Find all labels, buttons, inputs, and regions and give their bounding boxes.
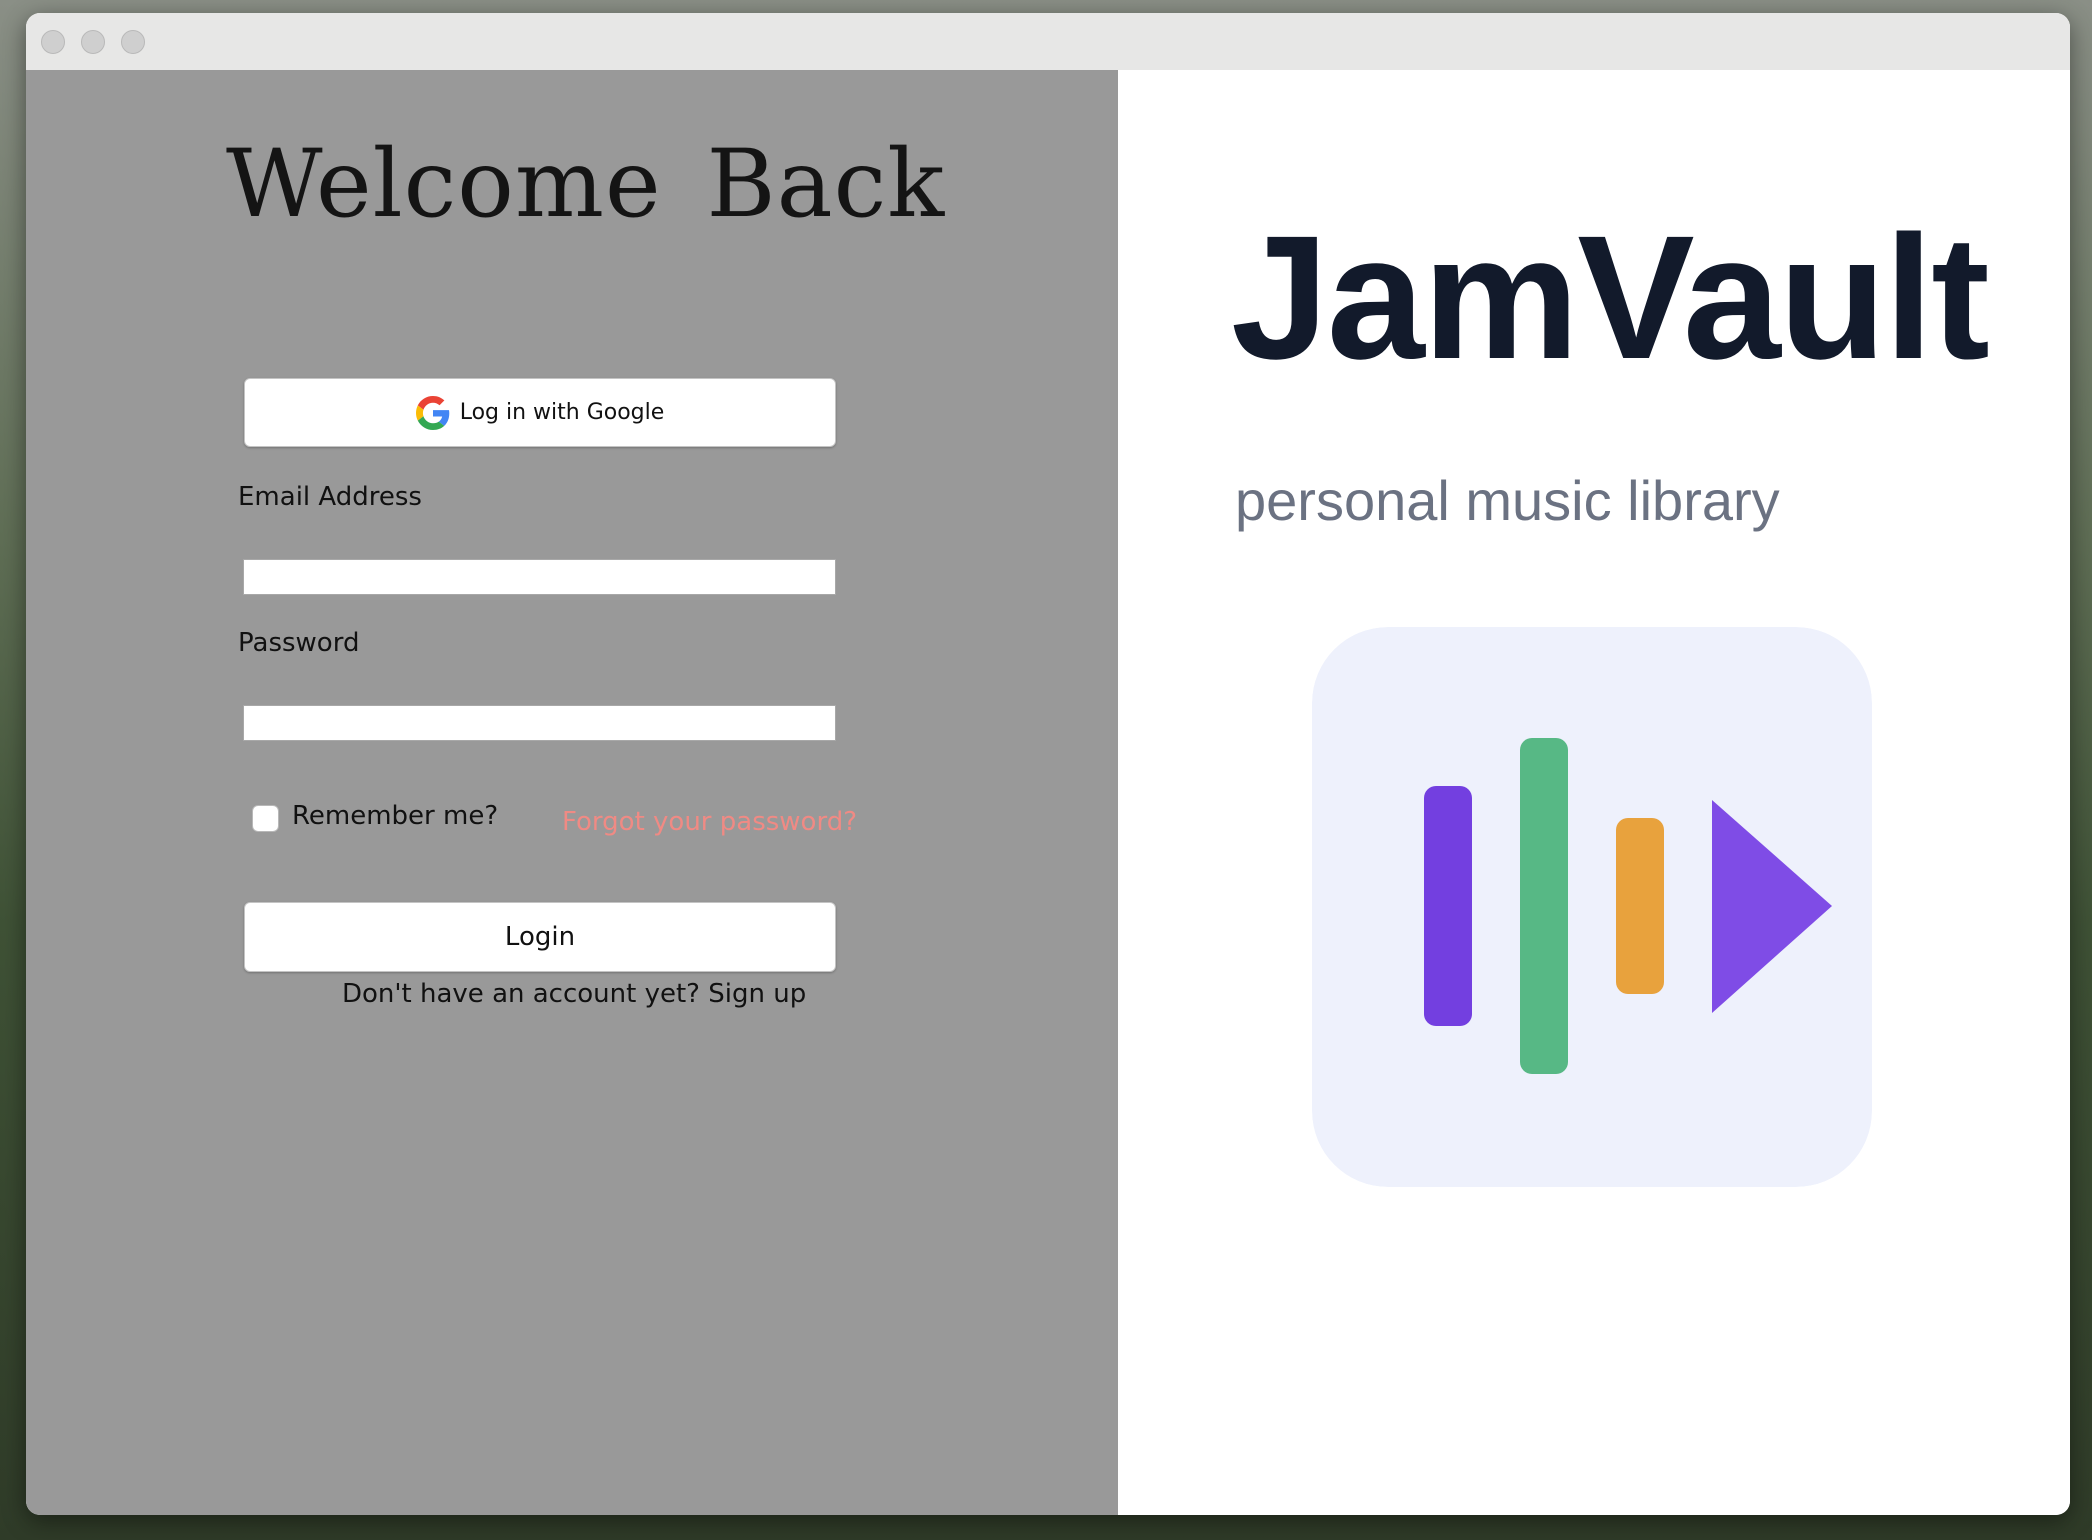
close-window-button[interactable] xyxy=(41,30,65,54)
google-login-button[interactable]: Log in with Google xyxy=(244,378,836,447)
brand-name: JamVault xyxy=(1231,200,1990,396)
password-label: Password xyxy=(238,628,360,658)
remember-me-label: Remember me? xyxy=(292,801,499,831)
signup-link[interactable]: Don't have an account yet? Sign up xyxy=(342,979,806,1009)
app-window: Welcome Back Log in with Google Email Ad… xyxy=(26,13,2070,1515)
password-field[interactable] xyxy=(243,705,836,741)
logo-bar-purple xyxy=(1424,786,1472,1026)
equalizer-play-logo-icon xyxy=(1312,627,1872,1187)
remember-me-checkbox[interactable] xyxy=(252,805,279,832)
email-label: Email Address xyxy=(238,482,422,512)
login-button-label: Login xyxy=(504,922,576,952)
brand-tagline: personal music library xyxy=(1235,469,1780,532)
zoom-window-button[interactable] xyxy=(121,30,145,54)
google-login-label: Log in with Google xyxy=(459,400,665,425)
title-bar xyxy=(26,13,2070,71)
minimize-window-button[interactable] xyxy=(81,30,105,54)
brand-panel: JamVault personal music library xyxy=(1118,70,2070,1515)
logo-bar-orange xyxy=(1616,818,1664,994)
login-button[interactable]: Login xyxy=(244,902,836,972)
email-field[interactable] xyxy=(243,559,836,595)
google-icon xyxy=(415,395,449,430)
logo-bar-green xyxy=(1520,738,1568,1074)
login-panel: Welcome Back Log in with Google Email Ad… xyxy=(26,70,1118,1515)
forgot-password-link[interactable]: Forgot your password? xyxy=(562,807,857,837)
page-title: Welcome Back xyxy=(226,130,946,239)
